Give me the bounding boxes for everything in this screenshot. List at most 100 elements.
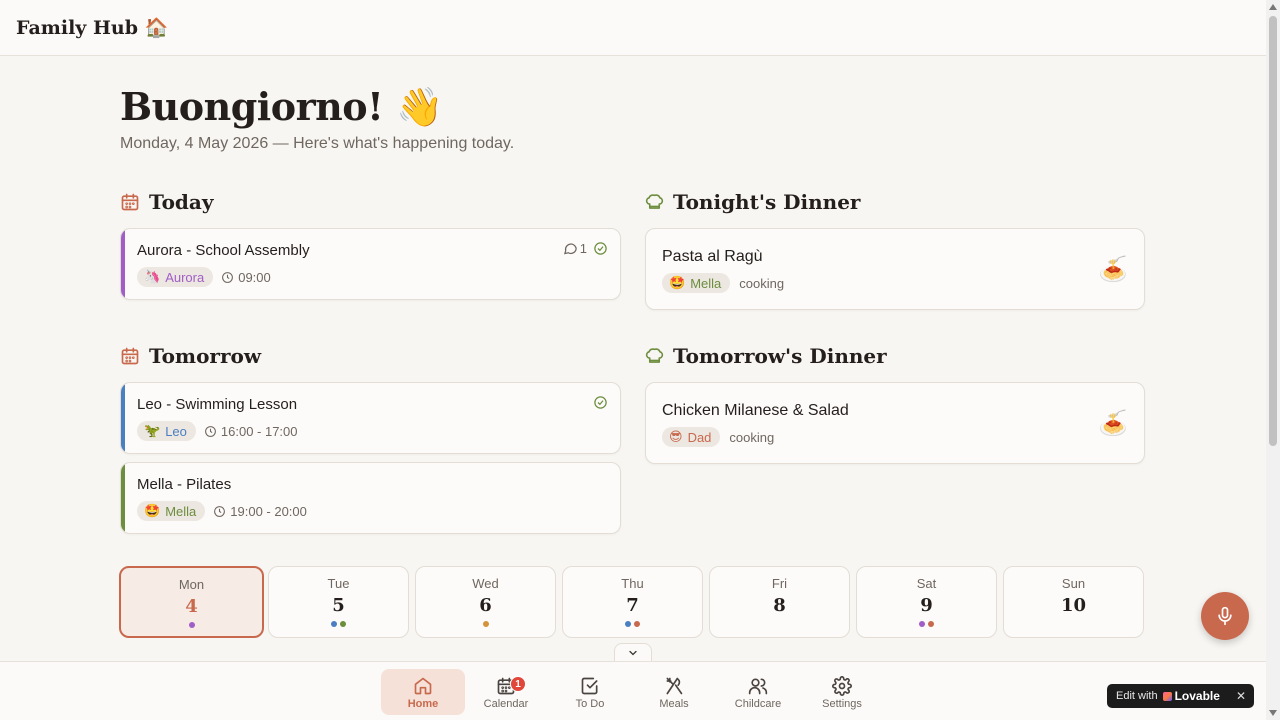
day-name: Wed — [472, 576, 499, 591]
person-chip: 🦄 Aurora — [137, 267, 214, 287]
app-title[interactable]: Family Hub 🏠 — [16, 16, 168, 39]
microphone-icon — [1218, 606, 1232, 626]
clock-icon — [214, 505, 226, 517]
tonights-dinner-title-text: Tonight's Dinner — [673, 190, 861, 214]
dinner-meta: 🤩 Mella cooking — [662, 273, 1144, 293]
nav-label: Meals — [659, 698, 689, 710]
star-struck-icon: 🤩 — [144, 503, 161, 518]
day-name: Mon — [178, 577, 205, 592]
nav-meals[interactable]: Meals — [632, 669, 716, 715]
scrollbar-thumb[interactable] — [1269, 16, 1277, 446]
tonights-dinner-card[interactable]: Pasta al Ragù 🤩 Mella cooking 🍝 — [645, 228, 1145, 310]
event-actions — [593, 395, 608, 410]
event-meta: 🤩 Mella 19:00 - 20:00 — [137, 501, 620, 521]
tomorrows-dinner-title-text: Tomorrow's Dinner — [673, 344, 887, 368]
dinner-meta: 😎 Dad cooking — [662, 427, 1144, 447]
comment-icon[interactable] — [563, 241, 578, 256]
gear-icon — [832, 676, 852, 696]
event-time-text: 16:00 - 17:00 — [220, 423, 298, 439]
week-day-thu[interactable]: Thu 7 — [562, 566, 703, 638]
week-day-wed[interactable]: Wed 6 — [415, 566, 556, 638]
tomorrow-title-text: Tomorrow — [149, 344, 262, 368]
week-day-fri[interactable]: Fri 8 — [709, 566, 850, 638]
scroll-up-arrow-icon[interactable] — [1269, 4, 1277, 10]
event-color-bar — [121, 383, 125, 453]
event-time: 19:00 - 20:00 — [213, 504, 307, 519]
person-chip: 🦖 Leo — [137, 421, 196, 441]
greeting-text: Buongiorno! — [120, 84, 384, 129]
day-name: Tue — [327, 576, 350, 591]
collapse-week-button[interactable] — [614, 643, 652, 662]
spaghetti-icon: 🍝 — [1098, 410, 1128, 437]
event-card-aurora-assembly[interactable]: Aurora - School Assembly 🦄 Aurora 09:00 1 — [120, 228, 621, 300]
top-bar: Family Hub 🏠 — [0, 0, 1266, 56]
tonights-dinner-section-title: Tonight's Dinner — [645, 190, 860, 214]
nav-label: Settings — [822, 698, 862, 710]
event-dots — [563, 621, 702, 627]
house-icon: 🏠 — [144, 17, 169, 39]
nav-calendar[interactable]: Calendar 1 — [464, 669, 548, 715]
tomorrows-dinner-card[interactable]: Chicken Milanese & Salad 😎 Dad cooking 🍝 — [645, 382, 1145, 464]
cook-name: Mella — [690, 275, 722, 291]
event-meta: 🦄 Aurora 09:00 — [137, 267, 620, 287]
chevron-down-icon — [629, 650, 637, 656]
event-dot — [625, 621, 631, 627]
person-chip: 🤩 Mella — [137, 501, 206, 521]
chef-hat-icon — [645, 347, 664, 363]
edit-with-lovable-badge[interactable]: Edit with Lovable ✕ — [1107, 684, 1254, 708]
event-dots — [1004, 621, 1143, 627]
event-dot — [919, 621, 925, 627]
cook-chip: 🤩 Mella — [662, 273, 731, 293]
notification-badge: 1 — [510, 676, 526, 692]
event-dot — [928, 621, 934, 627]
day-name: Fri — [771, 576, 788, 591]
event-card-mella-pilates[interactable]: Mella - Pilates 🤩 Mella 19:00 - 20:00 — [120, 462, 621, 534]
lovable-name: Lovable — [1174, 689, 1220, 703]
event-color-bar — [121, 229, 125, 299]
bottom-navigation: Home Calendar 1 To Do Meals Childcare Se… — [0, 661, 1266, 720]
event-card-leo-swimming[interactable]: Leo - Swimming Lesson 🦖 Leo 16:00 - 17:00 — [120, 382, 621, 454]
voice-input-button[interactable] — [1201, 592, 1249, 640]
check-circle-icon[interactable] — [593, 395, 608, 410]
waving-hand-icon: 👋 — [395, 85, 443, 129]
week-day-tue[interactable]: Tue 5 — [268, 566, 409, 638]
event-dots — [121, 622, 262, 628]
nav-childcare[interactable]: Childcare — [716, 669, 800, 715]
today-title-text: Today — [149, 190, 214, 214]
week-day-sat[interactable]: Sat 9 — [856, 566, 997, 638]
event-title: Mella - Pilates — [137, 476, 232, 493]
cook-role: cooking — [739, 275, 785, 291]
page-scrollbar[interactable] — [1266, 0, 1280, 720]
week-day-mon[interactable]: Mon 4 — [119, 566, 264, 638]
nav-home[interactable]: Home — [381, 669, 465, 715]
day-number: 4 — [185, 596, 198, 617]
day-name: Sat — [916, 576, 937, 591]
check-circle-icon[interactable] — [593, 241, 608, 256]
event-dots — [857, 621, 996, 627]
nav-label: Calendar — [483, 698, 529, 710]
scroll-down-arrow-icon[interactable] — [1269, 710, 1277, 716]
lovable-prefix: Edit with — [1116, 690, 1158, 702]
calendar-icon — [121, 193, 139, 211]
cook-role: cooking — [729, 429, 775, 445]
nav-label: Home — [407, 698, 439, 710]
spaghetti-icon: 🍝 — [1098, 256, 1128, 283]
dish-name: Pasta al Ragù — [662, 248, 763, 265]
calendar-icon — [121, 347, 139, 365]
person-name: Mella — [165, 503, 197, 519]
nav-label: To Do — [575, 698, 605, 710]
event-dots — [269, 621, 408, 627]
close-icon[interactable]: ✕ — [1236, 689, 1246, 703]
utensils-icon — [666, 677, 683, 695]
lovable-logo-icon — [1162, 691, 1172, 701]
home-icon — [414, 677, 432, 695]
greeting-subtitle: Monday, 4 May 2026 — Here's what's happe… — [120, 135, 515, 152]
event-title: Aurora - School Assembly — [137, 242, 310, 259]
event-time-text: 19:00 - 20:00 — [230, 503, 307, 519]
event-dots — [710, 621, 849, 627]
nav-settings[interactable]: Settings — [800, 669, 884, 715]
day-number: 5 — [332, 595, 345, 616]
checkbox-icon — [581, 677, 598, 695]
nav-todo[interactable]: To Do — [548, 669, 632, 715]
week-day-sun[interactable]: Sun 10 — [1003, 566, 1144, 638]
